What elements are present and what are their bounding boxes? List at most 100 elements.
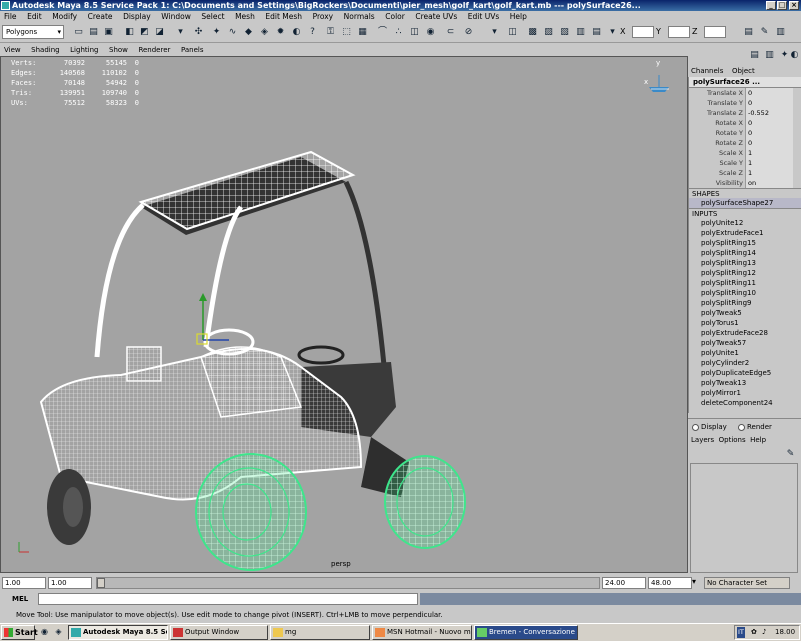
attr-rotate-z[interactable]: Rotate Z0 <box>689 138 801 148</box>
input-node[interactable]: deleteComponent24 <box>689 398 801 408</box>
select-surfaces-icon[interactable]: ◆ <box>242 25 255 39</box>
select-deformations-icon[interactable]: ◈ <box>258 25 271 39</box>
quicklaunch-icon[interactable]: ◉ <box>38 625 51 639</box>
input-ops-icon[interactable]: ▾ <box>488 25 501 39</box>
attr-visibility[interactable]: Visibility on <box>689 178 801 188</box>
layer-editor-icon[interactable]: ▥ <box>763 48 776 62</box>
lock-selection-icon[interactable]: ⚿ <box>324 25 337 39</box>
menu-file[interactable]: File <box>0 11 21 22</box>
render-radio[interactable]: Render <box>738 423 772 431</box>
end-range-field[interactable]: 24.00 <box>602 577 646 589</box>
attr-scale-y[interactable]: Scale Y1 <box>689 158 801 168</box>
snap-point-icon[interactable]: ∴ <box>392 25 405 39</box>
menu-modify[interactable]: Modify <box>48 11 81 22</box>
new-layer-icon[interactable]: ✎ <box>784 447 797 461</box>
language-indicator[interactable]: IT <box>737 627 745 638</box>
select-dynamics-icon[interactable]: ✹ <box>274 25 287 39</box>
attr-translate-z[interactable]: Translate Z -0.552 <box>689 108 801 118</box>
input-node[interactable]: polyTweak13 <box>689 378 801 388</box>
input-node[interactable]: polyDuplicateEdge5 <box>689 368 801 378</box>
channel-box-icon[interactable]: ▤ <box>748 48 761 62</box>
taskbar-msn-hotmail[interactable]: MSN Hotmail - Nuovo me... <box>372 625 472 640</box>
range-handle[interactable] <box>97 578 105 588</box>
range-bar[interactable] <box>96 577 600 589</box>
select-rendering-icon[interactable]: ◐ <box>290 25 303 39</box>
input-node[interactable]: polyUnite12 <box>689 218 801 228</box>
input-field-dropdown-icon[interactable]: ▾ <box>606 25 619 39</box>
menu-mesh[interactable]: Mesh <box>231 11 259 22</box>
menu-proxy[interactable]: Proxy <box>309 11 338 22</box>
input-node[interactable]: polyCylinder2 <box>689 358 801 368</box>
snap-view-plane-icon[interactable]: ◫ <box>408 25 421 39</box>
input-node[interactable]: polyTweak57 <box>689 338 801 348</box>
layer-menu-help[interactable]: Help <box>750 436 766 444</box>
input-node[interactable]: polySplitRing10 <box>689 288 801 298</box>
input-node[interactable]: polyExtrudeFace28 <box>689 328 801 338</box>
history-icon[interactable]: ⊘ <box>462 25 475 39</box>
attr-value[interactable]: 1 <box>745 168 793 178</box>
snap-curve-icon[interactable]: ⌒ <box>376 25 389 39</box>
display-radio[interactable]: Display <box>692 423 727 431</box>
attr-value[interactable]: 0 <box>745 118 793 128</box>
golf-kart-wireframe-model[interactable] <box>1 57 687 572</box>
taskbar-folder[interactable]: mg <box>270 625 370 640</box>
render-current-icon[interactable]: ▨ <box>542 25 555 39</box>
current-start-field[interactable]: 1.00 <box>48 577 92 589</box>
menu-edit-uvs[interactable]: Edit UVs <box>464 11 503 22</box>
character-set-dropdown[interactable]: No Character Set <box>704 577 790 589</box>
tab-object[interactable]: Object <box>729 65 758 77</box>
select-handles-icon[interactable]: ✣ <box>192 25 205 39</box>
input-node[interactable]: polySplitRing9 <box>689 298 801 308</box>
z-field[interactable] <box>704 26 726 38</box>
attr-value[interactable]: -0.552 <box>745 108 793 118</box>
perspective-viewport[interactable]: Verts: 70392 55145 0 Edges: 140568 110102 0 Fa… <box>0 56 688 573</box>
x-field[interactable] <box>632 26 654 38</box>
select-object-icon[interactable]: ◩ <box>138 25 151 39</box>
view-axis-compass[interactable] <box>649 75 669 92</box>
new-scene-icon[interactable]: ▭ <box>72 25 85 39</box>
attr-value[interactable]: 1 <box>745 158 793 168</box>
menu-select[interactable]: Select <box>197 11 228 22</box>
menu-edit[interactable]: Edit <box>23 11 46 22</box>
render-view-icon[interactable]: ▩ <box>526 25 539 39</box>
magnet-icon[interactable]: ⊂ <box>444 25 457 39</box>
input-node[interactable]: polyMirror1 <box>689 388 801 398</box>
start-button[interactable]: Start <box>1 625 38 640</box>
attr-rotate-y[interactable]: Rotate Y0 <box>689 128 801 138</box>
attr-rotate-x[interactable]: Rotate X0 <box>689 118 801 128</box>
input-node[interactable]: polyTweak5 <box>689 308 801 318</box>
input-node[interactable]: polySplitRing12 <box>689 268 801 278</box>
attribute-editor-icon[interactable]: ▤ <box>742 25 755 39</box>
input-node[interactable]: polyUnite1 <box>689 348 801 358</box>
select-component-icon[interactable]: ◪ <box>153 25 166 39</box>
vp-menu-show[interactable]: Show <box>105 45 132 56</box>
menu-set-dropdown[interactable]: Polygons ▾ <box>2 25 64 39</box>
menu-window[interactable]: Window <box>157 11 195 22</box>
menu-edit-mesh[interactable]: Edit Mesh <box>261 11 306 22</box>
attr-scale-z[interactable]: Scale Z1 <box>689 168 801 178</box>
vp-menu-panels[interactable]: Panels <box>177 45 208 56</box>
select-curves-icon[interactable]: ∿ <box>226 25 239 39</box>
channel-box-icon[interactable]: ▥ <box>774 25 787 39</box>
start-time-field[interactable]: 1.00 <box>2 577 46 589</box>
y-field[interactable] <box>668 26 690 38</box>
input-node[interactable]: polyTorus1 <box>689 318 801 328</box>
menu-normals[interactable]: Normals <box>340 11 379 22</box>
menu-display[interactable]: Display <box>119 11 155 22</box>
layer-list[interactable] <box>690 463 798 573</box>
end-time-field[interactable]: 48.00 <box>648 577 692 589</box>
input-node[interactable]: polySplitRing11 <box>689 278 801 288</box>
vp-menu-shading[interactable]: Shading <box>27 45 63 56</box>
attr-translate-y[interactable]: Translate Y0 <box>689 98 801 108</box>
maximize-button[interactable]: □ <box>777 1 787 10</box>
ipr-render-icon[interactable]: ▧ <box>558 25 571 39</box>
select-joints-icon[interactable]: ✦ <box>210 25 223 39</box>
taskbar-conversation[interactable]: Bremen - Conversazione <box>474 625 578 640</box>
menu-help[interactable]: Help <box>506 11 531 22</box>
make-live-icon[interactable]: ◉ <box>424 25 437 39</box>
attr-value[interactable]: on <box>745 178 793 188</box>
vp-menu-view[interactable]: View <box>0 45 25 56</box>
select-hierarchy-icon[interactable]: ◧ <box>123 25 136 39</box>
attr-value[interactable]: 0 <box>745 138 793 148</box>
selected-object-name[interactable]: polySurface26 ... <box>689 77 801 88</box>
